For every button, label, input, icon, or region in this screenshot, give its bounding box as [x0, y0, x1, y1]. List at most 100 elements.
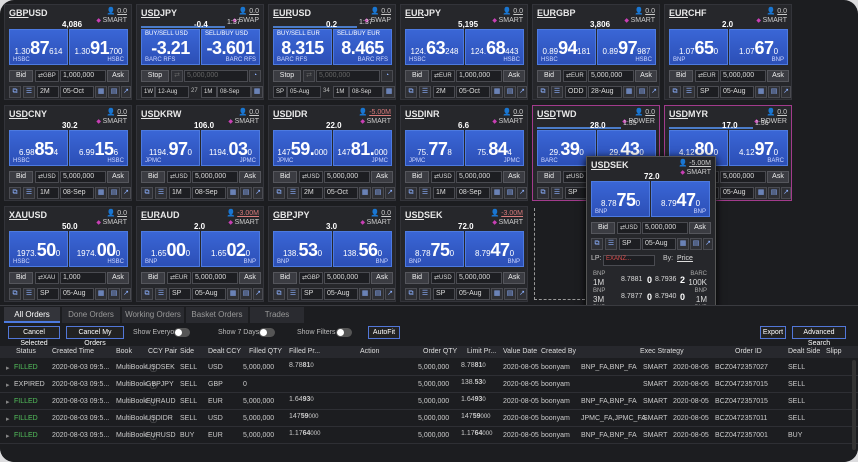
- ask-button[interactable]: Ask: [767, 70, 789, 82]
- value-date-field[interactable]: 05-Aug: [192, 288, 226, 300]
- bid-button[interactable]: Bid: [537, 70, 561, 82]
- bid-button[interactable]: Bid: [9, 70, 33, 82]
- ask-button[interactable]: Ask: [635, 70, 657, 82]
- column-header[interactable]: Created Time: [52, 348, 94, 355]
- ask-price-box[interactable]: 138.560 BNP: [333, 231, 392, 267]
- ladder-icon[interactable]: ☰: [23, 187, 35, 199]
- bid-button[interactable]: Bid: [141, 272, 165, 284]
- swap-currency-icon[interactable]: ⇄: [171, 70, 183, 82]
- ask-button[interactable]: Ask: [767, 171, 789, 183]
- ladder-icon[interactable]: ☰: [419, 187, 431, 199]
- dealt-ccy-toggle[interactable]: ⇄EUR: [563, 70, 587, 82]
- ask-price-box[interactable]: 6.99156 HSBC: [69, 130, 128, 166]
- calendar-icon[interactable]: ▦: [95, 86, 107, 98]
- tenor-field[interactable]: SP: [301, 288, 323, 300]
- column-header[interactable]: Action: [360, 348, 379, 355]
- pair-title[interactable]: XAUUSD: [9, 210, 47, 220]
- detach-icon[interactable]: ⧉: [273, 288, 285, 300]
- value-date-field[interactable]: 05-Oct: [456, 86, 490, 98]
- strategy-mode[interactable]: SMART: [96, 218, 127, 228]
- dealt-ccy-toggle[interactable]: ⇄GBP: [299, 272, 323, 284]
- dealt-ccy-toggle[interactable]: ⇄EUR: [167, 272, 191, 284]
- dealt-ccy-toggle[interactable]: ⇄USD: [299, 171, 323, 183]
- quantity-field[interactable]: 1,000,000: [456, 70, 502, 82]
- tile-usdidr[interactable]: USDIDR👤 -5.00MSMART22.014759.000JPMC1478…: [268, 105, 396, 201]
- tab-all-orders[interactable]: All Orders: [4, 307, 60, 323]
- ask-price-box[interactable]: 1194.030 JPMC: [201, 130, 260, 166]
- tenor-field[interactable]: SP: [565, 187, 587, 199]
- chart-icon[interactable]: ▤: [240, 288, 252, 300]
- chart-icon[interactable]: ▤: [372, 187, 384, 199]
- detach-icon[interactable]: ⧉: [9, 288, 21, 300]
- pair-title[interactable]: EURGBP: [537, 8, 576, 18]
- popout-icon[interactable]: ↗: [385, 187, 395, 199]
- expand-arrow[interactable]: ▸: [6, 415, 10, 423]
- value-date-field[interactable]: 08-Sep: [60, 187, 94, 199]
- dealt-ccy-toggle[interactable]: ⇄EUR: [431, 70, 455, 82]
- far-date[interactable]: 08-Sep: [349, 86, 383, 98]
- ask-button[interactable]: Ask: [107, 70, 129, 82]
- tile-gbpusd[interactable]: GBPUSD👤 0.0SMART4,0861.3087614HSBC1.3091…: [4, 4, 132, 100]
- bid-button[interactable]: Bid: [273, 272, 297, 284]
- tenor-field[interactable]: SP: [619, 238, 641, 250]
- far-tenor[interactable]: 1M: [333, 86, 349, 98]
- popout-icon[interactable]: ↗: [517, 288, 527, 300]
- pair-title[interactable]: USDKRW: [141, 109, 181, 119]
- strategy-mode[interactable]: SMART: [491, 218, 523, 228]
- quantity-field[interactable]: 5,000,000: [456, 171, 502, 183]
- ladder-icon[interactable]: ☰: [419, 86, 431, 98]
- column-header[interactable]: Side: [180, 348, 194, 355]
- column-header[interactable]: Dealt Side: [788, 348, 820, 355]
- bid-button[interactable]: Bid: [669, 70, 693, 82]
- quantity-field[interactable]: 5,000,000: [720, 171, 766, 183]
- tenor-field[interactable]: 2M: [301, 187, 323, 199]
- detach-icon[interactable]: ⧉: [537, 86, 549, 98]
- bid-price-box[interactable]: BUY/SELL USD -3.21 BARC RFS: [141, 29, 200, 65]
- value-date-field[interactable]: 05-Aug: [324, 288, 358, 300]
- tile-usdjpy[interactable]: USDJPY👤 0.0SWAP1:37-0.4BUY/SELL USD-3.21…: [136, 4, 264, 100]
- detach-icon[interactable]: ⧉: [273, 187, 285, 199]
- value-date-field[interactable]: 05-Aug: [642, 238, 676, 250]
- popout-icon[interactable]: ↗: [517, 86, 527, 98]
- bid-price-box[interactable]: 1.3087614 HSBC: [9, 29, 68, 65]
- bid-price-box[interactable]: 1.65000 BNP: [141, 231, 200, 267]
- ask-price-box[interactable]: 4.12970 BARC: [729, 130, 788, 166]
- dealt-ccy-toggle[interactable]: ⇄EUR: [695, 70, 719, 82]
- ask-button[interactable]: Ask: [503, 272, 525, 284]
- strategy-mode[interactable]: SMART: [359, 117, 391, 127]
- near-date[interactable]: 05-Aug: [287, 86, 321, 98]
- dealt-ccy-toggle[interactable]: ⇄USD: [35, 171, 59, 183]
- pair-title[interactable]: EURCHF: [669, 8, 707, 18]
- ladder-icon[interactable]: ☰: [419, 288, 431, 300]
- strategy-mode[interactable]: SMART: [360, 218, 391, 228]
- dealt-ccy-toggle[interactable]: ⇄USD: [431, 171, 455, 183]
- calendar-icon[interactable]: ▦: [491, 288, 503, 300]
- pair-title[interactable]: GBPUSD: [9, 8, 48, 18]
- ladder-icon[interactable]: ☰: [155, 187, 167, 199]
- ask-price-box[interactable]: 1.3091700 HSBC: [69, 29, 128, 65]
- chart-icon[interactable]: ▤: [108, 187, 120, 199]
- calendar-icon[interactable]: ▦: [359, 187, 371, 199]
- dealt-ccy-toggle[interactable]: ⇄USD: [167, 171, 191, 183]
- order-row[interactable]: ▸ FILLED 2020-08-03 09:5... MultiBook ⓘ EURUS…: [0, 428, 858, 444]
- ladder-row[interactable]: BNP 3M 8.7877 0 8.7940 0 BNP 1M: [587, 288, 715, 305]
- quantity-field[interactable]: 5,000,000: [456, 272, 502, 284]
- chart-icon[interactable]: ▤: [108, 288, 120, 300]
- tile-usdinr[interactable]: USDINR👤 0.0SMART6.675.778JPMC75.844JPMCB…: [400, 105, 528, 201]
- bid-price-box[interactable]: 0.8994181 HSBC: [537, 29, 596, 65]
- bid-button[interactable]: Bid: [537, 171, 561, 183]
- calendar-icon[interactable]: ▦: [95, 187, 107, 199]
- value-date-field[interactable]: 05-Aug: [720, 187, 754, 199]
- bid-button[interactable]: Bid: [273, 171, 297, 183]
- ask-price-box[interactable]: 8.79470 BNP: [465, 231, 524, 267]
- chart-icon[interactable]: ▤: [768, 86, 780, 98]
- popout-icon[interactable]: ↗: [649, 86, 659, 98]
- ladder-icon[interactable]: ☰: [287, 187, 299, 199]
- bid-button[interactable]: Bid: [405, 171, 429, 183]
- ask-price-box[interactable]: 14781.000 JPMC: [333, 130, 392, 166]
- bid-button[interactable]: Bid: [9, 272, 33, 284]
- column-header[interactable]: Dealt CCY: [208, 348, 241, 355]
- popout-icon[interactable]: ↗: [253, 288, 263, 300]
- bid-price-box[interactable]: 75.778 JPMC: [405, 130, 464, 166]
- tenor-field[interactable]: 2M: [433, 86, 455, 98]
